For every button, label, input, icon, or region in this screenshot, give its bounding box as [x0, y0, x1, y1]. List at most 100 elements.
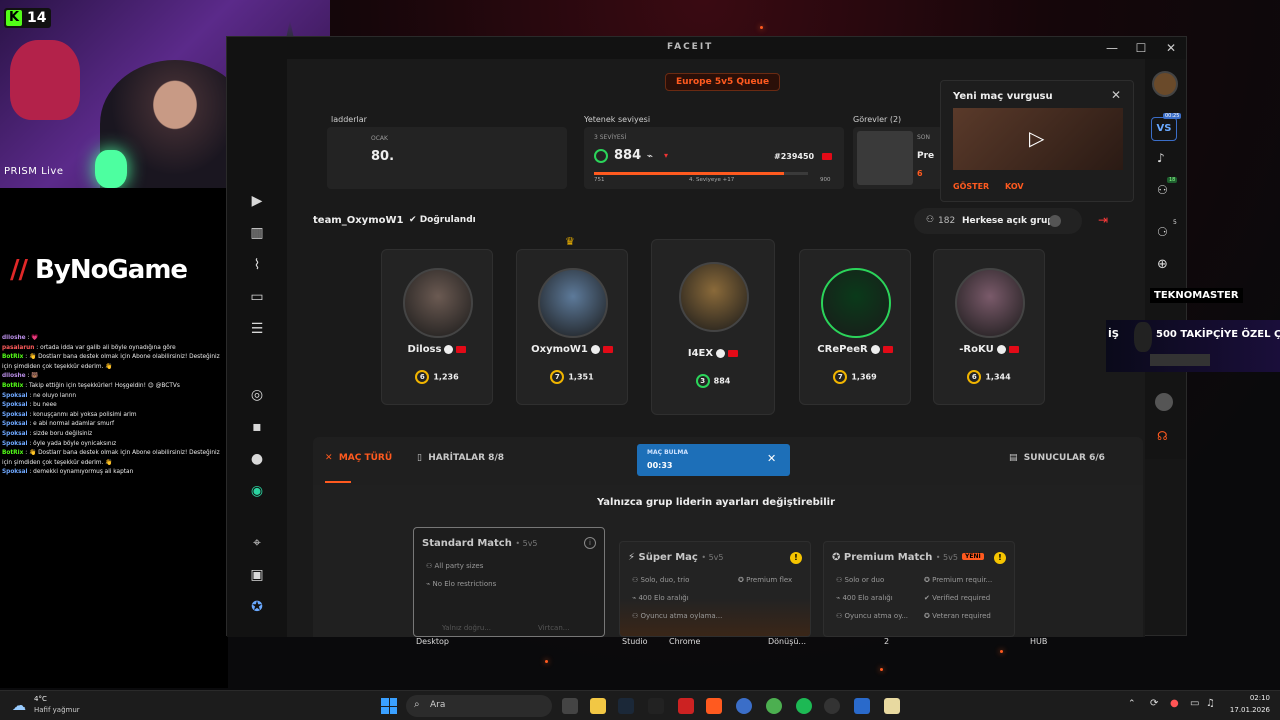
player-avatar[interactable] — [679, 262, 749, 332]
spotify-icon[interactable] — [796, 698, 812, 714]
minimize-button[interactable]: — — [1097, 39, 1127, 57]
chat-username[interactable]: BotRix — [2, 354, 23, 360]
chat-username[interactable]: Spoksal — [2, 441, 28, 447]
tray-chevron-icon[interactable]: ⌃ — [1128, 699, 1136, 709]
chat-username[interactable]: BotRix — [2, 383, 23, 389]
list-icon[interactable]: ☰ — [245, 317, 269, 341]
mode-premium-match[interactable]: ✪ Premium Match • 5v5 YENİ ! ⚇ Solo or d… — [823, 541, 1015, 637]
profile-avatar[interactable] — [1152, 71, 1178, 97]
club-icon[interactable]: ▪ — [245, 415, 269, 439]
app-icon[interactable] — [854, 698, 870, 714]
mode-super-match[interactable]: ⚡ Süper Maç • 5v5 ! ⚇ Solo, duo, trio ✪ … — [619, 541, 811, 637]
microphone-icon[interactable]: ● — [1170, 698, 1179, 709]
video-icon[interactable]: ▭ — [245, 285, 269, 309]
vs-button[interactable]: VS — [1151, 117, 1177, 141]
desktop-icon-label[interactable]: Dönüşü... — [768, 637, 806, 646]
avatar-icon[interactable]: ● — [245, 447, 269, 471]
chat-username[interactable]: BotRix — [2, 450, 23, 456]
clock-time[interactable]: 02:10 — [1230, 694, 1270, 702]
chat-username[interactable]: Spoksal — [2, 421, 28, 427]
stats-icon[interactable]: ▥ — [245, 221, 269, 245]
info-icon[interactable]: i — [584, 537, 596, 549]
player-card[interactable]: CRePeeR 7 1,369 — [799, 249, 911, 405]
steam-icon[interactable] — [618, 698, 634, 714]
chat-username[interactable]: diloshe — [2, 335, 26, 341]
chat-username[interactable]: diloshe — [2, 373, 26, 379]
taskbar-search[interactable]: ⌕ Ara — [406, 695, 552, 717]
desktop-icon-label[interactable]: Chrome — [669, 637, 700, 646]
volume-icon[interactable]: ♫ — [1206, 698, 1215, 709]
shop-icon[interactable]: ▣ — [245, 563, 269, 587]
leave-group-icon[interactable]: ⇥ — [1098, 213, 1108, 227]
player-name[interactable]: I4EX — [688, 348, 713, 359]
play-icon[interactable]: ▶ — [245, 189, 269, 213]
desktop-icon-label[interactable]: HUB — [1030, 637, 1047, 646]
player-card[interactable]: I4EX 3 884 — [651, 239, 775, 415]
chat-username[interactable]: Spoksal — [2, 393, 28, 399]
task-view-icon[interactable] — [562, 698, 578, 714]
player-name[interactable]: OxymoW1 — [531, 344, 588, 355]
player-card[interactable]: Diloss 6 1,236 — [381, 249, 493, 405]
friend-avatar[interactable] — [1155, 393, 1173, 411]
weather-desc[interactable]: Hafif yağmur — [34, 706, 80, 714]
chat-username[interactable]: Spoksal — [2, 469, 28, 475]
friends-icon[interactable]: ⚇ — [1157, 183, 1168, 197]
shield-icon[interactable] — [678, 698, 694, 714]
missions-card[interactable]: SON Pre 6 — [853, 127, 943, 189]
chat-username[interactable]: Spoksal — [2, 412, 28, 418]
network-icon[interactable]: ▭ — [1190, 698, 1199, 709]
player-avatar[interactable] — [955, 268, 1025, 338]
chart-icon[interactable]: ⌇ — [245, 253, 269, 277]
bell-icon[interactable]: ♪ — [1157, 151, 1165, 165]
add-icon[interactable]: ⊕ — [1157, 257, 1168, 272]
clock-date[interactable]: 17.01.2026 — [1222, 706, 1270, 714]
show-button[interactable]: GÖSTER — [953, 182, 989, 191]
player-avatar[interactable] — [403, 268, 473, 338]
app-icon[interactable] — [884, 698, 900, 714]
brand-icon[interactable]: ◉ — [245, 479, 269, 503]
desktop-icon-label[interactable]: Studio — [622, 637, 647, 646]
weather-temp[interactable]: 4°C — [34, 695, 47, 703]
popup-close-icon[interactable]: ✕ — [1111, 88, 1121, 102]
sync-icon[interactable]: ⟳ — [1150, 698, 1158, 709]
headset-icon[interactable]: ◎ — [245, 383, 269, 407]
faceit-icon[interactable] — [706, 698, 722, 714]
play-icon[interactable]: ▷ — [1029, 126, 1044, 150]
party-icon[interactable]: ⚆ — [1157, 225, 1168, 239]
toggle-switch[interactable] — [1049, 215, 1061, 227]
scan-icon[interactable]: ⌖ — [245, 531, 269, 555]
player-avatar[interactable] — [821, 268, 891, 338]
obs-icon[interactable] — [824, 698, 840, 714]
player-name[interactable]: CRePeeR — [817, 344, 867, 355]
player-card[interactable]: OxymoW1 7 1,351 — [516, 249, 628, 405]
close-button[interactable]: ✕ — [1156, 39, 1186, 57]
dismiss-button[interactable]: KOV — [1005, 182, 1024, 191]
app-icon[interactable] — [648, 698, 664, 714]
player-name[interactable]: -RoKU — [959, 344, 993, 355]
mode-standard-match[interactable]: Standard Match • 5v5 i ⚇ All party sizes… — [413, 527, 605, 637]
chat-username[interactable]: pasalarun — [2, 345, 34, 351]
player-card[interactable]: -RoKU 6 1,344 — [933, 249, 1045, 405]
windows-start-icon[interactable] — [381, 698, 397, 714]
tab-maps[interactable]: ▯ HARİTALAR 8/8 — [417, 453, 504, 463]
highlight-thumbnail[interactable]: ▷ — [953, 108, 1123, 170]
star-icon[interactable]: ✪ — [245, 595, 269, 619]
desktop-icon-label[interactable]: Desktop — [416, 637, 449, 646]
desktop-icon-label[interactable]: 2 — [884, 637, 889, 646]
player-name[interactable]: Diloss — [408, 344, 442, 355]
maximize-button[interactable]: ☐ — [1126, 39, 1156, 57]
cancel-search-button[interactable]: ✕ — [767, 452, 776, 465]
chat-username[interactable]: Spoksal — [2, 431, 28, 437]
player-avatar[interactable] — [538, 268, 608, 338]
tab-match-type[interactable]: ✕ MAÇ TÜRÜ — [325, 453, 392, 463]
discord-icon[interactable] — [736, 698, 752, 714]
chrome-icon[interactable] — [766, 698, 782, 714]
ladders-card[interactable]: OCAK 80. — [327, 127, 567, 189]
chat-username[interactable]: Spoksal — [2, 402, 28, 408]
queue-badge[interactable]: Europe 5v5 Queue — [665, 73, 781, 91]
group-visibility-toggle[interactable]: ⚇ 182 Herkese açık grup — [914, 208, 1082, 234]
tab-servers[interactable]: ▤ SUNUCULAR 6/6 — [1009, 453, 1105, 463]
skill-card[interactable]: 3 SEVİYESİ 884 ⌁ ▾ #239450 751 4. Seviye… — [584, 127, 844, 189]
file-explorer-icon[interactable] — [590, 698, 606, 714]
support-headset-icon[interactable]: ☊ — [1157, 429, 1168, 443]
